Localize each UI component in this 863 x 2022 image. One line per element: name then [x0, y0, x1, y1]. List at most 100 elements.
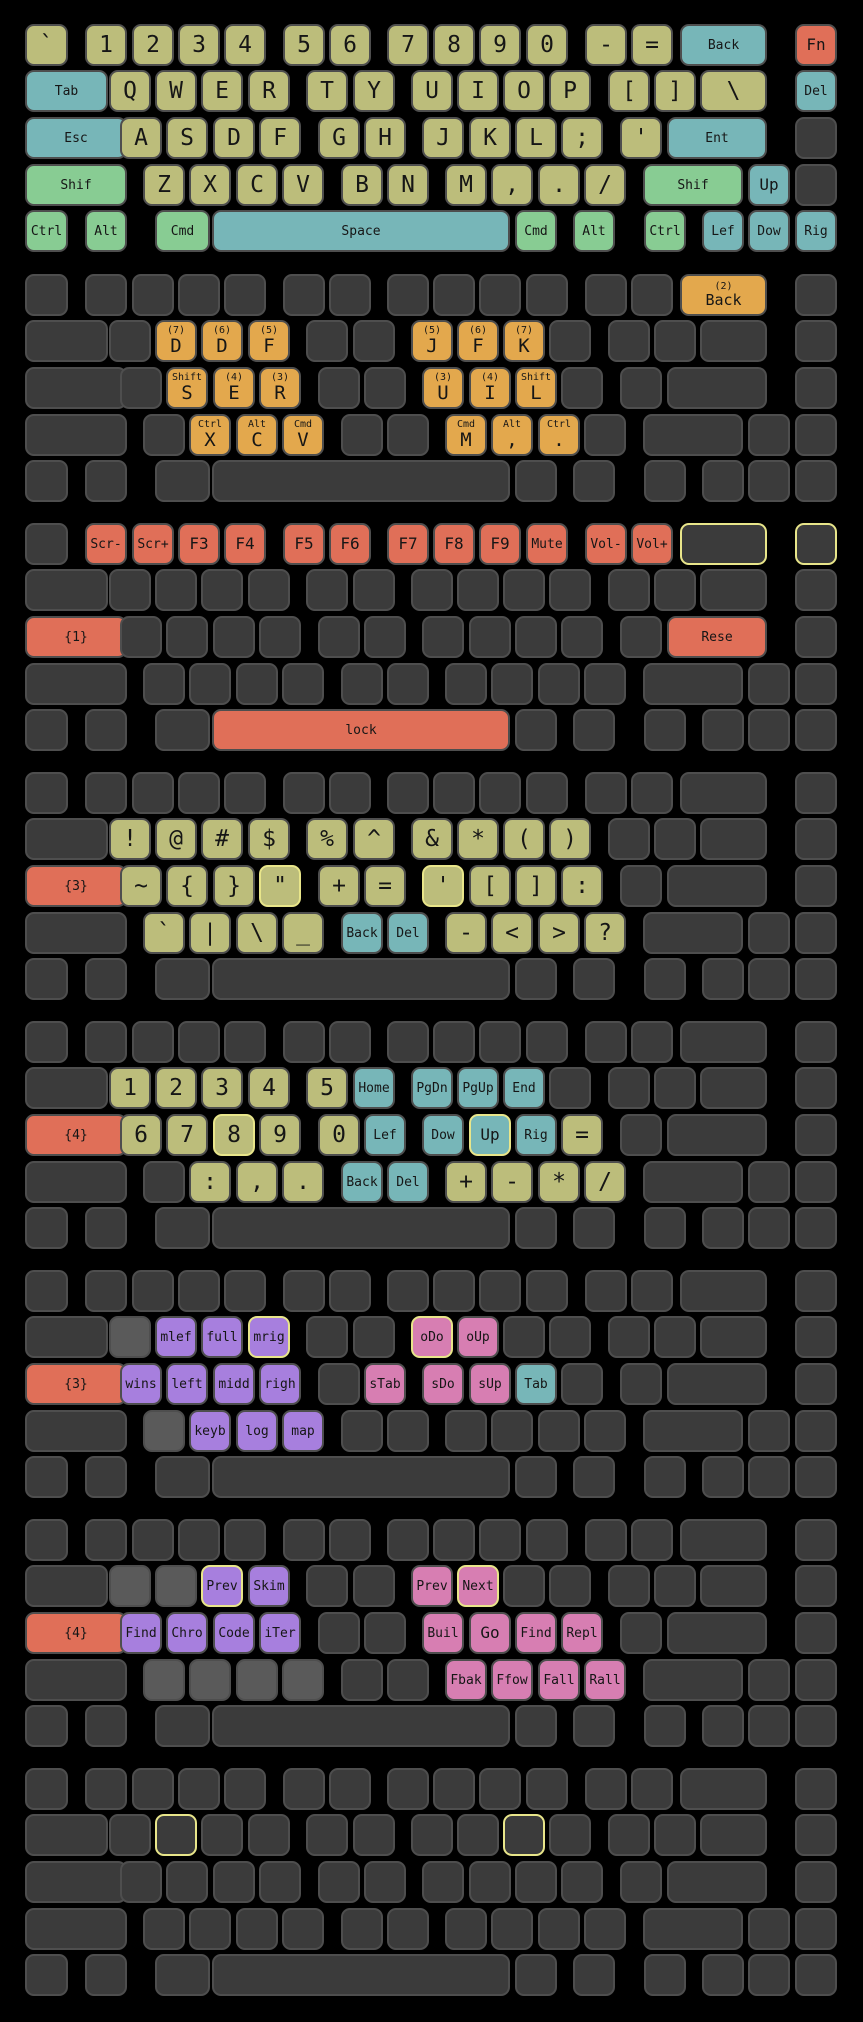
key-blank — [795, 1768, 837, 1810]
key-r: R — [248, 70, 290, 112]
key-buil: Buil — [422, 1612, 464, 1654]
key-f7: F7 — [387, 523, 429, 565]
key-0: 0 — [526, 24, 568, 66]
key-label: % — [320, 825, 334, 852]
key-label: F5 — [294, 534, 314, 553]
key-u: U — [411, 70, 453, 112]
key-blank — [549, 1067, 591, 1109]
key-blank — [620, 1363, 662, 1405]
key-blank — [25, 274, 68, 316]
key-blank — [795, 772, 837, 814]
key-label: Alt — [94, 223, 118, 239]
key-blank — [515, 958, 557, 1000]
key-blank — [329, 1519, 371, 1561]
key-blank — [236, 663, 278, 705]
key-label: Y — [367, 77, 381, 104]
key-repl: Repl — [561, 1612, 603, 1654]
key-blank — [515, 616, 557, 658]
key-blank — [85, 1768, 127, 1810]
key-caret: ^ — [353, 818, 395, 860]
key-y: Y — [353, 70, 395, 112]
key-label: D — [227, 124, 241, 151]
key-4: {4} — [25, 1612, 127, 1654]
key-blank — [85, 958, 127, 1000]
key-blank — [748, 709, 790, 751]
key-label: S — [181, 382, 193, 404]
key-minus: - — [585, 24, 627, 66]
key-skim: Skim — [248, 1565, 290, 1607]
key-blank — [515, 709, 557, 751]
key-question: ? — [584, 912, 626, 954]
key-lock: lock — [212, 709, 510, 751]
key-label: ] — [668, 77, 682, 104]
key-odo: oDo — [411, 1316, 453, 1358]
key-label: Shif — [677, 177, 709, 193]
key-1: {1} — [25, 616, 127, 658]
key-label: V — [297, 429, 309, 451]
key-5: 5 — [306, 1067, 348, 1109]
key-blank — [795, 274, 837, 316]
key-shif: Shif — [25, 164, 127, 206]
key-d: (6) D — [201, 320, 243, 362]
key-blank — [224, 274, 266, 316]
key-prev: Prev — [201, 1565, 243, 1607]
key-label: U — [425, 77, 439, 104]
key-blank — [585, 772, 627, 814]
key-label: E — [228, 382, 240, 404]
key-blank — [608, 1067, 650, 1109]
key-plus: + — [445, 1161, 487, 1203]
key-pgup: PgUp — [457, 1067, 499, 1109]
key-blank — [201, 569, 243, 611]
key-label: J — [426, 335, 438, 357]
key-blank — [25, 460, 68, 502]
key-blank — [178, 1768, 220, 1810]
key-blank — [306, 320, 348, 362]
key-blank — [364, 616, 406, 658]
key-label: ` — [39, 31, 54, 58]
key-blank — [387, 274, 429, 316]
key-label: D — [216, 335, 228, 357]
key-label: Fn — [806, 35, 826, 54]
key-label: . — [552, 171, 566, 198]
key-label: midd — [218, 1376, 250, 1392]
key-blank — [795, 1161, 837, 1203]
key-label: ! — [123, 825, 137, 852]
key-label: } — [227, 872, 241, 899]
key-blank — [212, 1456, 510, 1498]
key-label: F — [273, 124, 287, 151]
key-blank — [702, 1954, 744, 1996]
key-blank — [25, 1659, 127, 1701]
key-label: = — [378, 872, 392, 899]
key-label: F7 — [398, 534, 418, 553]
key-minus: - — [491, 1161, 533, 1203]
key-blank — [155, 1814, 197, 1856]
key-f: F — [259, 117, 301, 159]
key-blank — [795, 367, 837, 409]
key-label: L — [529, 124, 543, 151]
key-label: I — [484, 382, 496, 404]
key-rbracket: ] — [515, 865, 557, 907]
key-blank — [608, 569, 650, 611]
key-lbrace: { — [166, 865, 208, 907]
key-blank — [132, 1270, 174, 1312]
key-comma: , — [236, 1161, 278, 1203]
key-g: G — [318, 117, 360, 159]
key-blank — [25, 1565, 108, 1607]
key-blank — [445, 663, 487, 705]
key-blank — [469, 616, 511, 658]
key-blank — [120, 367, 162, 409]
key-blank — [584, 663, 626, 705]
key-0: 0 — [318, 1114, 360, 1156]
key-9: 9 — [479, 24, 521, 66]
key-label: M — [459, 171, 473, 198]
key-label: K — [483, 124, 497, 151]
key-blank — [680, 1768, 767, 1810]
key-ent: Ent — [667, 117, 767, 159]
key-blank — [120, 1861, 162, 1903]
key-blank — [654, 1814, 696, 1856]
key-blank — [189, 1659, 231, 1701]
key-label: ` — [157, 919, 171, 946]
key-label: Esc — [64, 130, 88, 146]
key-f: (5) F — [248, 320, 290, 362]
key-blank — [702, 958, 744, 1000]
